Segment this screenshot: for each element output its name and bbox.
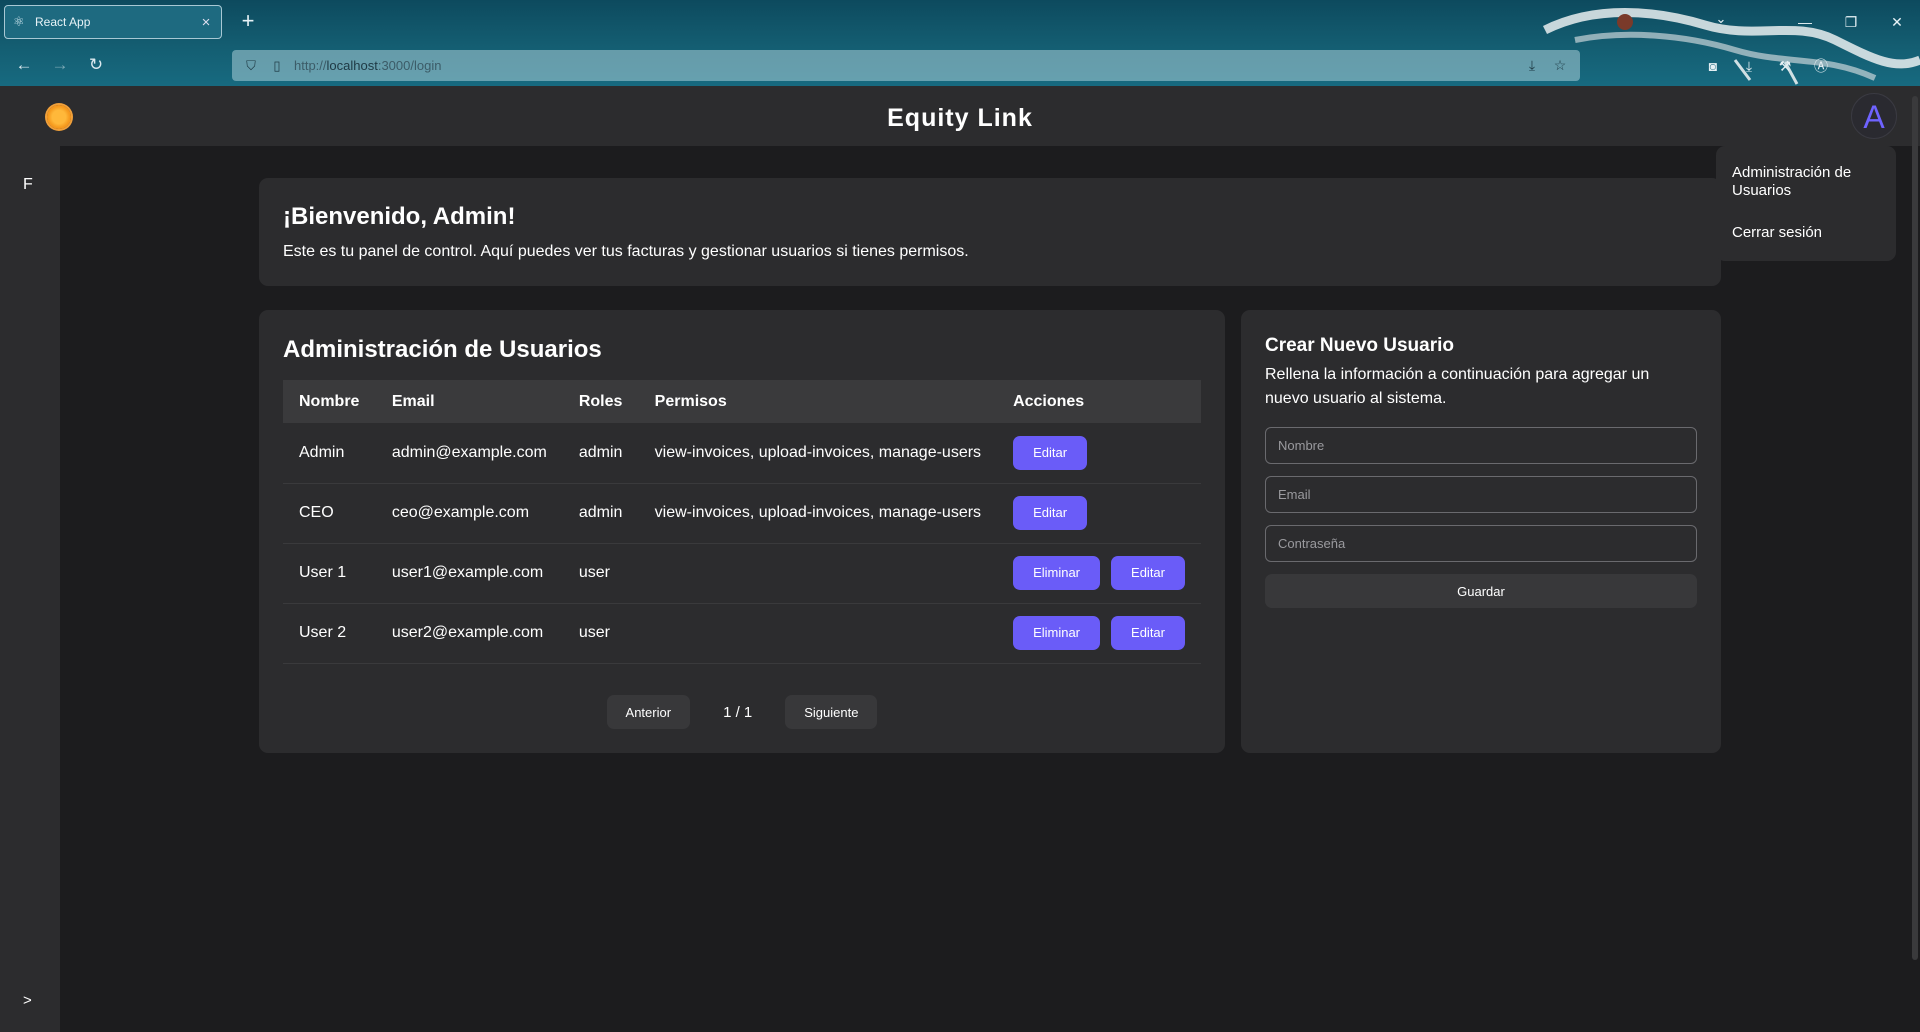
- column-header-roles: Roles: [578, 392, 623, 410]
- edit-button[interactable]: Editar: [1111, 616, 1185, 650]
- cell-email: user2@example.com: [375, 603, 563, 664]
- tab-strip: ⚛ React App × + ⌄ — ❐ ✕: [0, 0, 1920, 85]
- password-field[interactable]: [1265, 525, 1697, 562]
- profile-icon[interactable]: Ⓐ: [1808, 54, 1834, 78]
- edit-button[interactable]: Editar: [1013, 496, 1088, 530]
- create-user-description: Rellena la información a continuación pa…: [1265, 366, 1650, 407]
- cell-roles: admin: [562, 423, 639, 484]
- table-row: CEO ceo@example.com admin view-invoices,…: [283, 483, 1201, 544]
- cell-permisos: view-invoices, upload-invoices, manage-u…: [638, 423, 998, 484]
- address-bar[interactable]: ⛉ ▯ http://localhost:3000/login ⤓ ☆: [232, 50, 1580, 81]
- name-field[interactable]: [1265, 427, 1697, 464]
- welcome-title: ¡Bienvenido, Admin!: [283, 203, 516, 230]
- email-field[interactable]: [1265, 476, 1697, 513]
- user-avatar[interactable]: A: [1851, 93, 1897, 139]
- app-header: Equity Link A: [0, 86, 1920, 146]
- table-row: User 1 user1@example.com user Eliminar Ed…: [283, 543, 1201, 604]
- delete-button[interactable]: Eliminar: [1013, 616, 1101, 650]
- wrench-icon[interactable]: ⚒: [1772, 54, 1798, 78]
- forward-arrow-icon[interactable]: →: [48, 53, 72, 77]
- cell-email: user1@example.com: [375, 543, 563, 604]
- url-scheme: http://: [294, 58, 327, 73]
- table-header-row: Nombre Email Roles Permisos Acciones: [283, 380, 1201, 423]
- create-user-card: Crear Nuevo Usuario Rellena la informaci…: [1241, 310, 1721, 753]
- cell-acciones: Eliminar Editar: [997, 603, 1201, 664]
- cell-roles: user: [562, 543, 639, 604]
- react-icon: ⚛: [13, 14, 25, 29]
- url-path: :3000/login: [377, 58, 442, 73]
- next-page-button[interactable]: Siguiente: [785, 695, 878, 729]
- cell-nombre: User 1: [283, 543, 376, 604]
- window-controls: — ❐ ✕: [1782, 0, 1920, 44]
- edit-button[interactable]: Editar: [1111, 556, 1185, 590]
- cell-permisos: view-invoices, upload-invoices, manage-u…: [638, 483, 998, 544]
- browser-tab[interactable]: ⚛ React App ×: [4, 5, 222, 39]
- cell-email: ceo@example.com: [375, 483, 563, 544]
- sidebar: F >: [0, 146, 60, 1032]
- close-window-icon[interactable]: ✕: [1874, 0, 1920, 44]
- save-button[interactable]: Guardar: [1265, 574, 1697, 608]
- user-dropdown-menu: Administración de Usuarios Cerrar sesión: [1716, 146, 1896, 261]
- url-text[interactable]: http://localhost:3000/login: [294, 58, 1514, 73]
- previous-page-button[interactable]: Anterior: [606, 695, 691, 729]
- menu-item-user-admin[interactable]: Administración de Usuarios: [1732, 164, 1880, 200]
- sidebar-expand-toggle[interactable]: >: [23, 992, 32, 1009]
- cell-nombre: CEO: [283, 483, 376, 544]
- users-table: Nombre Email Roles Permisos Acciones Adm…: [283, 380, 1201, 664]
- reload-icon[interactable]: ↻: [84, 53, 108, 77]
- cell-roles: user: [562, 603, 639, 664]
- install-app-icon[interactable]: ⤓: [1522, 57, 1542, 74]
- create-user-title: Crear Nuevo Usuario: [1265, 335, 1455, 356]
- tab-title: React App: [35, 15, 91, 29]
- cell-acciones: Editar: [997, 483, 1201, 544]
- column-header-acciones: Acciones: [1013, 392, 1085, 410]
- extension-icons: ◙ ⤓ ⚒ Ⓐ: [1700, 54, 1834, 78]
- column-header-permisos: Permisos: [654, 392, 727, 410]
- download-icon[interactable]: ⤓: [1736, 54, 1762, 78]
- edit-button[interactable]: Editar: [1013, 435, 1088, 470]
- shield-icon[interactable]: ⛉: [242, 57, 260, 75]
- table-row: Admin admin@example.com admin view-invoi…: [283, 423, 1201, 484]
- cell-permisos: [638, 543, 998, 604]
- star-icon[interactable]: ☆: [1550, 57, 1570, 74]
- cell-nombre: Admin: [283, 423, 376, 484]
- cell-nombre: User 2: [283, 603, 376, 664]
- cell-acciones: Eliminar Editar: [997, 543, 1201, 604]
- menu-item-logout[interactable]: Cerrar sesión: [1732, 224, 1880, 242]
- page-indicator: 1 / 1: [723, 703, 753, 721]
- close-tab-icon[interactable]: ×: [199, 14, 213, 31]
- app-title: Equity Link: [887, 104, 1033, 132]
- restore-icon[interactable]: ❐: [1828, 0, 1874, 44]
- cell-acciones: Editar: [997, 423, 1201, 484]
- users-admin-card: Administración de Usuarios Nombre Email …: [259, 310, 1225, 753]
- cell-permisos: [638, 603, 998, 664]
- welcome-card: ¡Bienvenido, Admin! Este es tu panel de …: [259, 178, 1721, 286]
- welcome-text: Este es tu panel de control. Aquí puedes…: [283, 243, 969, 260]
- column-header-nombre: Nombre: [299, 392, 360, 410]
- users-admin-title: Administración de Usuarios: [283, 336, 602, 363]
- delete-button[interactable]: Eliminar: [1013, 556, 1101, 590]
- column-header-email: Email: [391, 392, 435, 410]
- sidebar-label[interactable]: F: [23, 176, 33, 194]
- pagination: Anterior 1 / 1 Siguiente: [259, 695, 1225, 729]
- camera-icon[interactable]: ◙: [1700, 54, 1726, 78]
- minimize-icon[interactable]: —: [1782, 0, 1828, 44]
- cell-email: admin@example.com: [375, 423, 563, 484]
- url-host: localhost: [326, 58, 378, 73]
- browser-chrome: ⚛ React App × + ⌄ — ❐ ✕ ← → ↻ ⛉ ▯ http:/…: [0, 0, 1920, 86]
- new-tab-icon[interactable]: +: [236, 9, 260, 33]
- scrollbar[interactable]: [1912, 96, 1918, 960]
- cell-roles: admin: [562, 483, 639, 544]
- page-icon: ▯: [273, 57, 281, 73]
- table-row: User 2 user2@example.com user Eliminar Ed…: [283, 603, 1201, 664]
- back-arrow-icon[interactable]: ←: [12, 53, 36, 77]
